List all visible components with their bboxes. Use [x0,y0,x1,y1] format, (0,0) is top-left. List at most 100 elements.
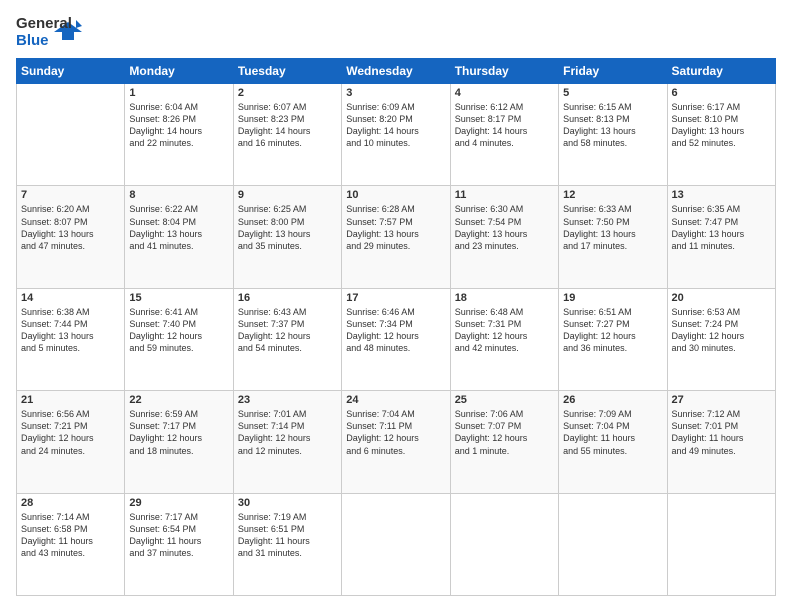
day-number: 22 [129,394,228,406]
cell-text: Sunrise: 6:12 AMSunset: 8:17 PMDaylight:… [455,101,554,150]
cell-text: Sunrise: 6:33 AMSunset: 7:50 PMDaylight:… [563,203,662,252]
cell-text: Sunrise: 6:30 AMSunset: 7:54 PMDaylight:… [455,203,554,252]
day-number: 2 [238,87,337,99]
day-number: 28 [21,497,120,509]
cell-text: Sunrise: 6:17 AMSunset: 8:10 PMDaylight:… [672,101,771,150]
calendar-header-sunday: Sunday [17,59,125,84]
calendar-cell: 18 Sunrise: 6:48 AMSunset: 7:31 PMDayligh… [450,288,558,390]
cell-text: Sunrise: 6:07 AMSunset: 8:23 PMDaylight:… [238,101,337,150]
calendar-cell: 15 Sunrise: 6:41 AMSunset: 7:40 PMDayligh… [125,288,233,390]
cell-text: Sunrise: 6:56 AMSunset: 7:21 PMDaylight:… [21,408,120,457]
logo: General Blue [16,16,82,48]
day-number: 16 [238,292,337,304]
cell-text: Sunrise: 6:09 AMSunset: 8:20 PMDaylight:… [346,101,445,150]
calendar-header-monday: Monday [125,59,233,84]
cell-text: Sunrise: 6:15 AMSunset: 8:13 PMDaylight:… [563,101,662,150]
cell-text: Sunrise: 7:19 AMSunset: 6:51 PMDaylight:… [238,511,337,560]
calendar-cell: 28 Sunrise: 7:14 AMSunset: 6:58 PMDayligh… [17,493,125,595]
cell-text: Sunrise: 7:04 AMSunset: 7:11 PMDaylight:… [346,408,445,457]
calendar-cell: 5Sunrise: 6:15 AMSunset: 8:13 PMDaylight… [559,84,667,186]
day-number: 21 [21,394,120,406]
day-number: 6 [672,87,771,99]
calendar-cell: 12 Sunrise: 6:33 AMSunset: 7:50 PMDayligh… [559,186,667,288]
calendar-header-row: SundayMondayTuesdayWednesdayThursdayFrid… [17,59,776,84]
cell-text: Sunrise: 7:17 AMSunset: 6:54 PMDaylight:… [129,511,228,560]
calendar-cell: 1Sunrise: 6:04 AMSunset: 8:26 PMDaylight… [125,84,233,186]
calendar-cell: 30 Sunrise: 7:19 AMSunset: 6:51 PMDayligh… [233,493,341,595]
calendar-cell: 16 Sunrise: 6:43 AMSunset: 7:37 PMDayligh… [233,288,341,390]
cell-text: Sunrise: 6:51 AMSunset: 7:27 PMDaylight:… [563,306,662,355]
day-number: 15 [129,292,228,304]
cell-text: Sunrise: 6:35 AMSunset: 7:47 PMDaylight:… [672,203,771,252]
day-number: 14 [21,292,120,304]
day-number: 23 [238,394,337,406]
cell-text: Sunrise: 6:38 AMSunset: 7:44 PMDaylight:… [21,306,120,355]
calendar-cell [559,493,667,595]
calendar-header-friday: Friday [559,59,667,84]
day-number: 7 [21,189,120,201]
calendar-cell: 8Sunrise: 6:22 AMSunset: 8:04 PMDaylight… [125,186,233,288]
cell-text: Sunrise: 6:53 AMSunset: 7:24 PMDaylight:… [672,306,771,355]
day-number: 9 [238,189,337,201]
day-number: 25 [455,394,554,406]
cell-text: Sunrise: 6:48 AMSunset: 7:31 PMDaylight:… [455,306,554,355]
cell-text: Sunrise: 6:25 AMSunset: 8:00 PMDaylight:… [238,203,337,252]
day-number: 18 [455,292,554,304]
day-number: 8 [129,189,228,201]
calendar-cell: 10 Sunrise: 6:28 AMSunset: 7:57 PMDayligh… [342,186,450,288]
cell-text: Sunrise: 6:46 AMSunset: 7:34 PMDaylight:… [346,306,445,355]
day-number: 27 [672,394,771,406]
calendar-cell: 14 Sunrise: 6:38 AMSunset: 7:44 PMDayligh… [17,288,125,390]
calendar-cell: 25 Sunrise: 7:06 AMSunset: 7:07 PMDayligh… [450,391,558,493]
calendar-cell [17,84,125,186]
logo-blue: Blue [16,33,52,50]
day-number: 11 [455,189,554,201]
calendar-cell: 7 Sunrise: 6:20 AMSunset: 8:07 PMDaylight… [17,186,125,288]
calendar-week-row: 7 Sunrise: 6:20 AMSunset: 8:07 PMDaylight… [17,186,776,288]
calendar-week-row: 21 Sunrise: 6:56 AMSunset: 7:21 PMDayligh… [17,391,776,493]
calendar-header-wednesday: Wednesday [342,59,450,84]
cell-text: Sunrise: 6:59 AMSunset: 7:17 PMDaylight:… [129,408,228,457]
calendar-cell: 29Sunrise: 7:17 AMSunset: 6:54 PMDayligh… [125,493,233,595]
calendar-cell: 19 Sunrise: 6:51 AMSunset: 7:27 PMDayligh… [559,288,667,390]
calendar-cell: 23 Sunrise: 7:01 AMSunset: 7:14 PMDayligh… [233,391,341,493]
day-number: 13 [672,189,771,201]
day-number: 30 [238,497,337,509]
calendar-header-saturday: Saturday [667,59,775,84]
day-number: 17 [346,292,445,304]
day-number: 12 [563,189,662,201]
cell-text: Sunrise: 6:28 AMSunset: 7:57 PMDaylight:… [346,203,445,252]
cell-text: Sunrise: 6:41 AMSunset: 7:40 PMDaylight:… [129,306,228,355]
calendar-cell: 11 Sunrise: 6:30 AMSunset: 7:54 PMDayligh… [450,186,558,288]
day-number: 20 [672,292,771,304]
day-number: 19 [563,292,662,304]
calendar-cell: 13 Sunrise: 6:35 AMSunset: 7:47 PMDayligh… [667,186,775,288]
cell-text: Sunrise: 6:20 AMSunset: 8:07 PMDaylight:… [21,203,120,252]
calendar-cell: 24 Sunrise: 7:04 AMSunset: 7:11 PMDayligh… [342,391,450,493]
cell-text: Sunrise: 7:01 AMSunset: 7:14 PMDaylight:… [238,408,337,457]
day-number: 10 [346,189,445,201]
calendar-header-thursday: Thursday [450,59,558,84]
cell-text: Sunrise: 6:04 AMSunset: 8:26 PMDaylight:… [129,101,228,150]
calendar-cell: 21 Sunrise: 6:56 AMSunset: 7:21 PMDayligh… [17,391,125,493]
calendar-cell: 9 Sunrise: 6:25 AMSunset: 8:00 PMDaylight… [233,186,341,288]
calendar-cell: 2 Sunrise: 6:07 AMSunset: 8:23 PMDaylight… [233,84,341,186]
cell-text: Sunrise: 7:09 AMSunset: 7:04 PMDaylight:… [563,408,662,457]
calendar-cell: 17 Sunrise: 6:46 AMSunset: 7:34 PMDayligh… [342,288,450,390]
calendar-cell: 22 Sunrise: 6:59 AMSunset: 7:17 PMDayligh… [125,391,233,493]
calendar-week-row: 28 Sunrise: 7:14 AMSunset: 6:58 PMDayligh… [17,493,776,595]
cell-text: Sunrise: 6:43 AMSunset: 7:37 PMDaylight:… [238,306,337,355]
logo-general: General [16,16,52,33]
cell-text: Sunrise: 7:12 AMSunset: 7:01 PMDaylight:… [672,408,771,457]
calendar-week-row: 14 Sunrise: 6:38 AMSunset: 7:44 PMDayligh… [17,288,776,390]
calendar-cell: 6 Sunrise: 6:17 AMSunset: 8:10 PMDaylight… [667,84,775,186]
calendar-cell: 20 Sunrise: 6:53 AMSunset: 7:24 PMDayligh… [667,288,775,390]
calendar-cell: 27 Sunrise: 7:12 AMSunset: 7:01 PMDayligh… [667,391,775,493]
page-header: General Blue [16,16,776,48]
day-number: 24 [346,394,445,406]
cell-text: Sunrise: 7:06 AMSunset: 7:07 PMDaylight:… [455,408,554,457]
calendar-table: SundayMondayTuesdayWednesdayThursdayFrid… [16,58,776,596]
cell-text: Sunrise: 7:14 AMSunset: 6:58 PMDaylight:… [21,511,120,560]
calendar-cell [450,493,558,595]
calendar-cell: 26Sunrise: 7:09 AMSunset: 7:04 PMDayligh… [559,391,667,493]
